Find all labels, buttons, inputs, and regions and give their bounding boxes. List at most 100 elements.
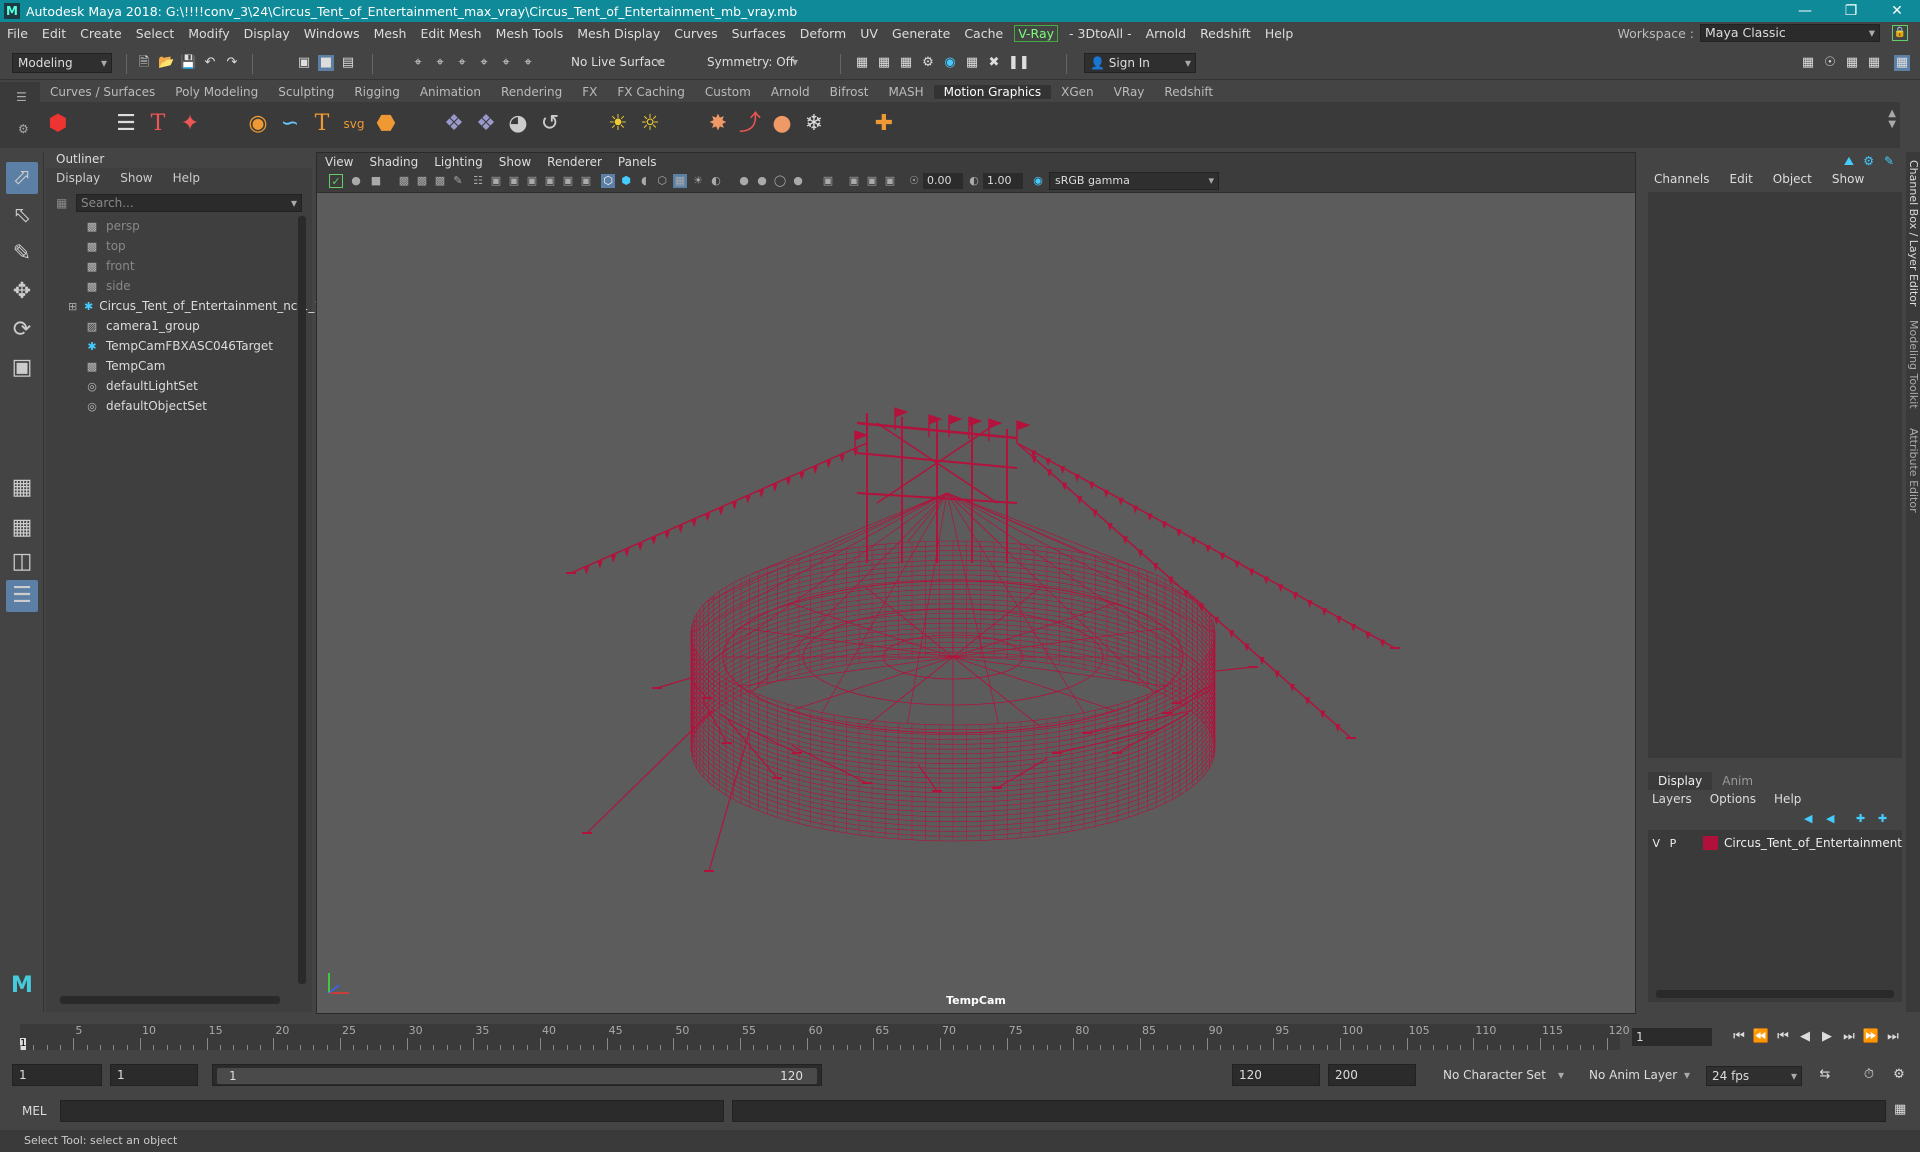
menu-edit-mesh[interactable]: Edit Mesh	[413, 26, 488, 41]
redo-icon[interactable]: ↷	[224, 55, 240, 71]
move-tool-icon[interactable]: ✥	[6, 276, 38, 308]
menu-file[interactable]: File	[0, 26, 35, 41]
use-all-lights-icon[interactable]: ☀	[691, 174, 705, 188]
single-view-icon[interactable]: ▦	[6, 472, 38, 504]
shelf-scroll-icon[interactable]: ▲ ▼	[1888, 108, 1896, 130]
grid-toggle-icon[interactable]: ☷	[471, 174, 485, 188]
new-scene-icon[interactable]: 🗎	[136, 55, 152, 71]
tool-settings-icon[interactable]: ▦	[1866, 55, 1882, 71]
menu-mesh[interactable]: Mesh	[367, 26, 414, 41]
list-item[interactable]: ▩ front	[46, 256, 294, 276]
menu-deform[interactable]: Deform	[793, 26, 853, 41]
cb-menu-channels[interactable]: Channels	[1654, 172, 1710, 186]
shelf-tab[interactable]: VRay	[1104, 85, 1155, 99]
play-forwards-icon[interactable]: ▶	[1818, 1028, 1836, 1046]
xray-components-icon[interactable]: ▣	[883, 174, 897, 188]
gate-mask-icon[interactable]: ▣	[525, 174, 539, 188]
layer-playback-toggle[interactable]: P	[1665, 837, 1682, 850]
shelf-tab[interactable]: Rigging	[344, 85, 409, 99]
viewport-menu-shading[interactable]: Shading	[361, 155, 426, 169]
menu-surfaces[interactable]: Surfaces	[725, 26, 793, 41]
menu-edit[interactable]: Edit	[35, 26, 73, 41]
snap-grid-icon[interactable]: ⌖	[410, 55, 426, 71]
list-item[interactable]: ✱ TempCamFBXASC046Target	[46, 336, 294, 356]
animation-end-field[interactable]: 200	[1328, 1064, 1416, 1086]
shelf-tab[interactable]: FX Caching	[607, 85, 694, 99]
step-forward-key-icon[interactable]: ⏭	[1840, 1028, 1858, 1046]
select-object-icon[interactable]: ■	[318, 55, 334, 71]
symmetry-dropdown[interactable]: Symmetry: Off	[702, 53, 802, 73]
menu-mesh-display[interactable]: Mesh Display	[570, 26, 667, 41]
menu-vray[interactable]: V-Ray	[1014, 24, 1059, 42]
select-component-icon[interactable]: ▤	[340, 55, 356, 71]
wireframe-icon[interactable]: ⬡	[601, 174, 615, 188]
lasso-tool-icon[interactable]: ⬁	[6, 200, 38, 232]
workspace-dropdown[interactable]: Maya Classic ▾	[1700, 24, 1880, 42]
exposure-icon[interactable]: ☉	[907, 174, 921, 188]
pause-icon[interactable]: ❚❚	[1008, 55, 1030, 71]
save-scene-icon[interactable]: 💾	[180, 55, 196, 71]
xray-joints-icon[interactable]: ▣	[865, 174, 879, 188]
snap-vertex-icon[interactable]: ⌖	[520, 55, 536, 71]
list-item[interactable]: ▩ persp	[46, 216, 294, 236]
snap-surface-icon[interactable]: ⌖	[498, 55, 514, 71]
layer-menu-help[interactable]: Help	[1774, 792, 1801, 806]
arrow-up-icon[interactable]: ⤴	[736, 110, 764, 138]
time-slider-track[interactable]: 1 5 10 15 20 25 30 35 40 45 50 55 60 65 70 75 80 85 90 95 1…	[20, 1024, 1630, 1050]
color-management-icon[interactable]: ◉	[1031, 174, 1045, 188]
character-controls-icon[interactable]: ☉	[1822, 55, 1838, 71]
svg-tool-icon[interactable]: svg	[340, 110, 368, 138]
viewport-scene[interactable]: TempCam	[317, 193, 1635, 1013]
close-icon[interactable]: ✕	[1874, 0, 1920, 22]
menu-create[interactable]: Create	[73, 26, 129, 41]
list-item[interactable]: ▩ side	[46, 276, 294, 296]
shelf-tab-motion-graphics[interactable]: Motion Graphics	[933, 85, 1052, 99]
vray-ipr-icon[interactable]: ✖	[986, 55, 1002, 71]
cb-menu-edit[interactable]: Edit	[1730, 172, 1753, 186]
shadows-icon[interactable]: ◐	[709, 174, 723, 188]
list-item[interactable]: ▨ camera1_group	[46, 316, 294, 336]
current-frame-field[interactable]: 1	[1632, 1028, 1712, 1046]
viewport-menu-view[interactable]: View	[317, 155, 361, 169]
undo-icon[interactable]: ↶	[202, 55, 218, 71]
snap-curve-icon[interactable]: ⌖	[432, 55, 448, 71]
select-tool-icon[interactable]: ⬀	[6, 162, 38, 194]
shelf-tab[interactable]: MASH	[878, 85, 933, 99]
grease-pencil-icon[interactable]: ✎	[451, 174, 465, 188]
list-item[interactable]: ▩ TempCam	[46, 356, 294, 376]
open-scene-icon[interactable]: 📂	[158, 55, 174, 71]
default-material-icon[interactable]: ◖	[637, 174, 651, 188]
twist-icon[interactable]: ◕	[504, 110, 532, 138]
snap-point-icon[interactable]: ⌖	[454, 55, 470, 71]
snap-view-icon[interactable]: ⌖	[476, 55, 492, 71]
image-plane-icon[interactable]: ▩	[415, 174, 429, 188]
menu-uv[interactable]: UV	[853, 26, 885, 41]
bookmark-icon[interactable]: ■	[369, 174, 383, 188]
channel-box-icon[interactable]: ⛰	[1844, 154, 1854, 169]
layer-menu-options[interactable]: Options	[1710, 792, 1756, 806]
select-camera-icon[interactable]: ✓	[329, 174, 343, 188]
curve-icon[interactable]: ∽	[276, 110, 304, 138]
play-backwards-icon[interactable]: ◀	[1796, 1028, 1814, 1046]
type-list-icon[interactable]: ☰	[112, 110, 140, 138]
outliner-menu-display[interactable]: Display	[46, 171, 110, 185]
screen-space-ao-icon[interactable]: ●	[737, 174, 751, 188]
particles-icon[interactable]: ✸	[704, 110, 732, 138]
sweep-icon[interactable]: ✦	[176, 110, 204, 138]
exposure-field[interactable]: 0.00	[923, 173, 963, 189]
scale-tool-icon[interactable]: ▣	[6, 352, 38, 384]
select-hierarchy-icon[interactable]: ▣	[296, 55, 312, 71]
menu-cache[interactable]: Cache	[957, 26, 1010, 41]
wave-icon[interactable]: ↺	[536, 110, 564, 138]
playback-end-field[interactable]: 120	[1232, 1064, 1320, 1086]
minimize-icon[interactable]: —	[1782, 0, 1828, 22]
colorspace-dropdown[interactable]: sRGB gamma	[1049, 172, 1219, 190]
character-set-dropdown[interactable]: No Character Set	[1438, 1066, 1568, 1086]
shelf-tab[interactable]: Rendering	[491, 85, 572, 99]
snowflake-icon[interactable]: ❄	[800, 110, 828, 138]
list-item[interactable]: ⊞ ✱ Circus_Tent_of_Entertainment_ncl1_1	[46, 296, 322, 316]
type-tool-icon[interactable]: T	[144, 110, 172, 138]
channel-box-icon[interactable]: ▦	[1894, 55, 1910, 71]
modeling-toolkit-icon[interactable]: ▦	[1800, 55, 1816, 71]
mash-network-icon[interactable]: ⬢	[44, 110, 72, 138]
